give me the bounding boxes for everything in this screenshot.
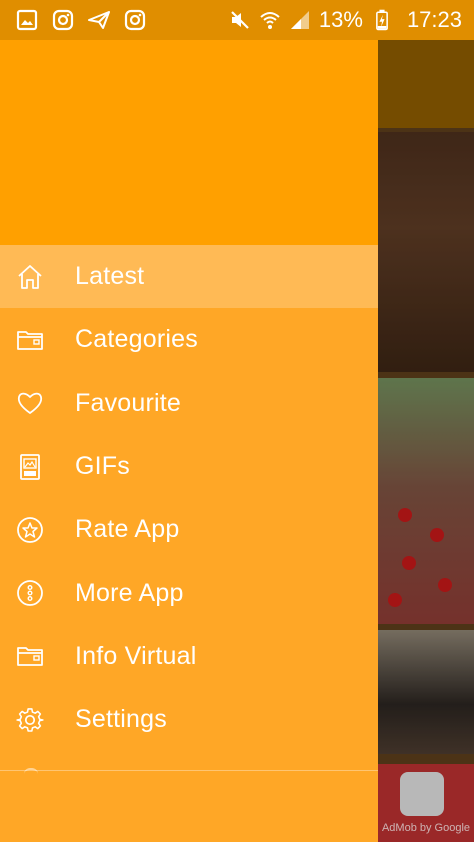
menu-item-label: Settings [75, 705, 167, 734]
home-icon [16, 263, 44, 291]
menu-item-more-app[interactable]: More App [0, 561, 378, 624]
mute-icon [229, 9, 251, 31]
menu-item-settings[interactable]: Settings [0, 688, 378, 751]
gallery-icon [16, 9, 38, 31]
gif-file-icon [16, 453, 44, 481]
navigation-drawer: Latest Categories Favourite GIFs Rate Ap [0, 40, 378, 842]
menu-item-label: More App [75, 578, 184, 607]
instagram-icon [52, 9, 74, 31]
star-badge-icon [16, 516, 44, 544]
battery-percent: 13% [318, 7, 363, 32]
heart-icon [16, 389, 44, 417]
folder-icon [16, 642, 44, 670]
menu-item-favourite[interactable]: Favourite [0, 372, 378, 435]
clock: 17:23 [406, 7, 462, 32]
gear-icon [16, 706, 44, 734]
menu-item-latest[interactable]: Latest [0, 245, 378, 309]
menu-item-info-virtual[interactable]: Info Virtual [0, 625, 378, 688]
partial-icon [24, 768, 38, 774]
instagram-icon [124, 9, 146, 31]
menu-item-categories[interactable]: Categories [0, 308, 378, 371]
menu-item-label: Info Virtual [75, 641, 197, 670]
drawer-menu: Latest Categories Favourite GIFs Rate Ap [0, 245, 378, 751]
menu-item-gifs[interactable]: GIFs [0, 435, 378, 498]
menu-item-label: Categories [75, 325, 198, 354]
drawer-divider [0, 770, 378, 771]
drawer-header [0, 40, 378, 245]
signal-icon [289, 9, 311, 31]
status-bar: 13% 17:23 [0, 0, 474, 40]
menu-item-label: GIFs [75, 452, 130, 481]
send-icon [88, 9, 110, 31]
folder-icon [16, 326, 44, 354]
menu-item-label: Rate App [75, 515, 180, 544]
wifi-icon [259, 9, 281, 31]
more-vertical-circle-icon [16, 579, 44, 607]
battery-charging-icon [371, 9, 393, 31]
menu-item-rate-app[interactable]: Rate App [0, 498, 378, 561]
menu-item-label: Latest [75, 262, 145, 291]
menu-item-label: Favourite [75, 388, 182, 417]
